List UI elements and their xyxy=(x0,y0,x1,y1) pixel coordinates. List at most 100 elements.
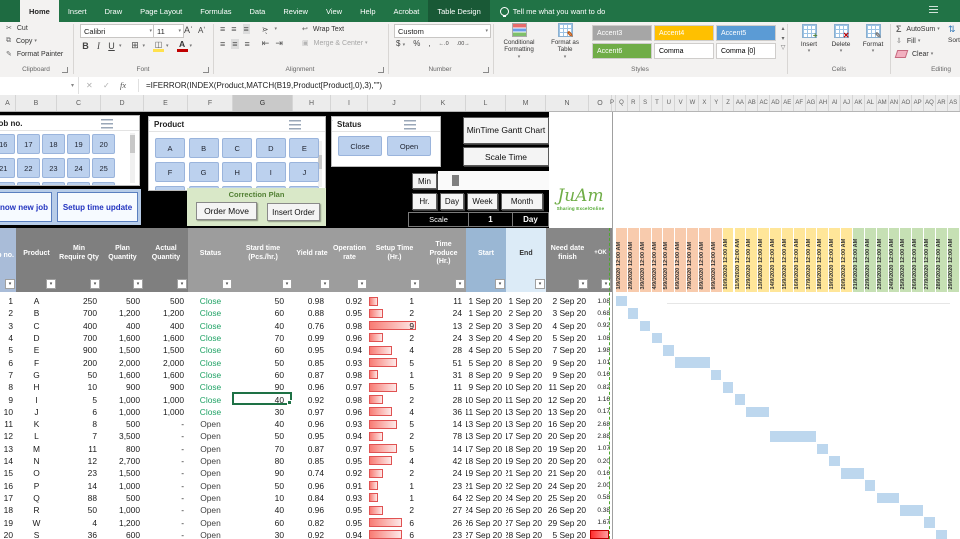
table-cell[interactable]: 26 xyxy=(421,516,466,528)
table-cell[interactable]: 3 xyxy=(0,320,16,332)
cut-button[interactable]: ✂ Cut xyxy=(6,24,28,33)
table-cell[interactable]: 2 Sep 20 xyxy=(506,307,546,319)
table-cell[interactable]: Open xyxy=(188,529,233,539)
table-cell[interactable]: 0.92 xyxy=(293,529,331,539)
table-cell[interactable]: 24 Sep 20 xyxy=(466,504,506,516)
column-header-J[interactable]: J xyxy=(368,95,421,111)
column-header-H[interactable]: H xyxy=(293,95,331,111)
table-cell[interactable]: 0.93 xyxy=(331,418,368,430)
filter-dropdown-button[interactable]: ▾ xyxy=(455,279,465,289)
table-cell[interactable]: 0.95 xyxy=(331,455,368,467)
align-middle-icon[interactable]: ≡ xyxy=(231,24,236,34)
table-cell[interactable]: 700 xyxy=(57,332,101,344)
table-cell[interactable]: 0.88 xyxy=(293,307,331,319)
table-cell[interactable]: 27 Sep 20 xyxy=(506,516,546,528)
slicer-button-20[interactable]: 20 xyxy=(92,134,115,154)
column-header-P[interactable]: P xyxy=(609,95,616,111)
slicer-button-partial[interactable] xyxy=(67,182,90,185)
column-header-AD[interactable]: AD xyxy=(770,95,782,111)
style-chip-accent5[interactable]: Accent5 xyxy=(716,25,776,41)
autosum-button[interactable]: Σ AutoSum ▾ xyxy=(896,24,940,34)
column-header-A[interactable]: A xyxy=(0,95,16,111)
filter-dropdown-button[interactable]: ▾ xyxy=(410,279,420,289)
table-cell[interactable]: 0.95 xyxy=(331,516,368,528)
slicer-button-j[interactable]: J xyxy=(289,162,320,182)
table-cell[interactable]: 2,700 xyxy=(101,455,144,467)
filter-dropdown-button[interactable]: ▾ xyxy=(320,279,330,289)
table-cell[interactable]: 22 Sep 20 xyxy=(506,480,546,492)
comma-style-icon[interactable]: , xyxy=(428,39,430,48)
slicer-button-a[interactable]: A xyxy=(155,138,185,158)
orientation-icon[interactable]: ⋗̖ xyxy=(262,25,269,34)
table-cell[interactable]: 10 xyxy=(233,492,293,504)
table-cell[interactable]: 500 xyxy=(144,295,188,307)
table-cell[interactable]: 2 Sep 20 xyxy=(546,295,589,307)
slicer-button-partial[interactable] xyxy=(155,186,185,190)
period-hour-button[interactable]: Hr. xyxy=(412,193,437,210)
table-cell[interactable]: 11 xyxy=(421,295,466,307)
filter-dropdown-button[interactable]: ▾ xyxy=(133,279,143,289)
tab-review[interactable]: Review xyxy=(274,0,317,22)
table-cell[interactable]: 9 Sep 20 xyxy=(466,381,506,393)
table-cell[interactable]: 26 Sep 20 xyxy=(506,504,546,516)
table-cell[interactable]: 11 xyxy=(0,418,16,430)
table-cell[interactable]: 4 xyxy=(0,332,16,344)
tab-acrobat[interactable]: Acrobat xyxy=(385,0,429,22)
table-cell[interactable]: 60 xyxy=(233,369,293,381)
align-center-icon[interactable]: ≡ xyxy=(231,38,239,49)
table-cell[interactable]: 2 xyxy=(368,467,421,479)
slicer-button-g[interactable]: G xyxy=(188,162,219,182)
table-cell[interactable]: 8 Sep 20 xyxy=(466,369,506,381)
table-cell[interactable]: B xyxy=(16,307,57,319)
table-cell[interactable]: 3 Sep 20 xyxy=(546,307,589,319)
column-header-AC[interactable]: AC xyxy=(758,95,771,111)
selected-cell-outline[interactable] xyxy=(232,392,292,405)
table-cell[interactable]: 0.97 xyxy=(331,443,368,455)
column-header-AS[interactable]: AS xyxy=(948,95,960,111)
table-cell[interactable]: 14 xyxy=(421,418,466,430)
table-cell[interactable]: 6 xyxy=(368,516,421,528)
table-cell[interactable]: - xyxy=(144,516,188,528)
table-cell[interactable]: 11 xyxy=(57,443,101,455)
column-header-Q[interactable]: Q xyxy=(616,95,628,111)
shrink-font-button[interactable]: Aʽ xyxy=(198,26,205,35)
table-cell[interactable]: 0.94 xyxy=(331,430,368,442)
table-cell[interactable]: 10 Sep 20 xyxy=(466,393,506,405)
name-box[interactable]: ▾ xyxy=(0,77,79,94)
table-cell[interactable]: 500 xyxy=(101,295,144,307)
table-cell[interactable]: J xyxy=(16,406,57,418)
table-cell[interactable]: 5 Sep 20 xyxy=(506,344,546,356)
table-cell[interactable]: 50 xyxy=(233,430,293,442)
table-cell[interactable]: 1,200 xyxy=(101,307,144,319)
column-header-I[interactable]: I xyxy=(331,95,368,111)
tab-page-layout[interactable]: Page Layout xyxy=(131,0,191,22)
underline-button[interactable]: U xyxy=(106,41,117,51)
column-header-K[interactable]: K xyxy=(421,95,466,111)
table-cell[interactable]: 0.74 xyxy=(293,467,331,479)
table-cell[interactable]: - xyxy=(144,480,188,492)
format-cells-button[interactable]: ✎ Format ▾ xyxy=(858,24,888,54)
table-cell[interactable]: 0.82 xyxy=(293,516,331,528)
table-cell[interactable]: 8 Sep 20 xyxy=(506,357,546,369)
column-header-T[interactable]: T xyxy=(652,95,664,111)
table-cell[interactable]: 3 Sep 20 xyxy=(506,320,546,332)
table-cell[interactable]: 0.98 xyxy=(331,393,368,405)
table-cell[interactable]: 400 xyxy=(101,320,144,332)
tab-data[interactable]: Data xyxy=(241,0,275,22)
column-header-X[interactable]: X xyxy=(699,95,711,111)
table-cell[interactable]: Open xyxy=(188,467,233,479)
table-cell[interactable]: Close xyxy=(188,369,233,381)
table-cell[interactable]: 31 xyxy=(421,369,466,381)
table-cell[interactable]: 1,500 xyxy=(101,344,144,356)
table-cell[interactable]: 18 Sep 20 xyxy=(466,455,506,467)
insert-order-button[interactable]: Insert Order xyxy=(267,203,320,221)
table-cell[interactable]: 20 Sep 20 xyxy=(546,430,589,442)
table-cell[interactable]: 24 xyxy=(421,332,466,344)
column-header-W[interactable]: W xyxy=(687,95,699,111)
column-header-V[interactable]: V xyxy=(675,95,688,111)
table-cell[interactable]: 0.93 xyxy=(331,357,368,369)
table-cell[interactable]: 36 xyxy=(421,406,466,418)
table-cell[interactable]: 3 Sep 20 xyxy=(466,332,506,344)
table-cell[interactable]: O xyxy=(16,467,57,479)
slicer-scrollbar[interactable] xyxy=(130,133,135,183)
